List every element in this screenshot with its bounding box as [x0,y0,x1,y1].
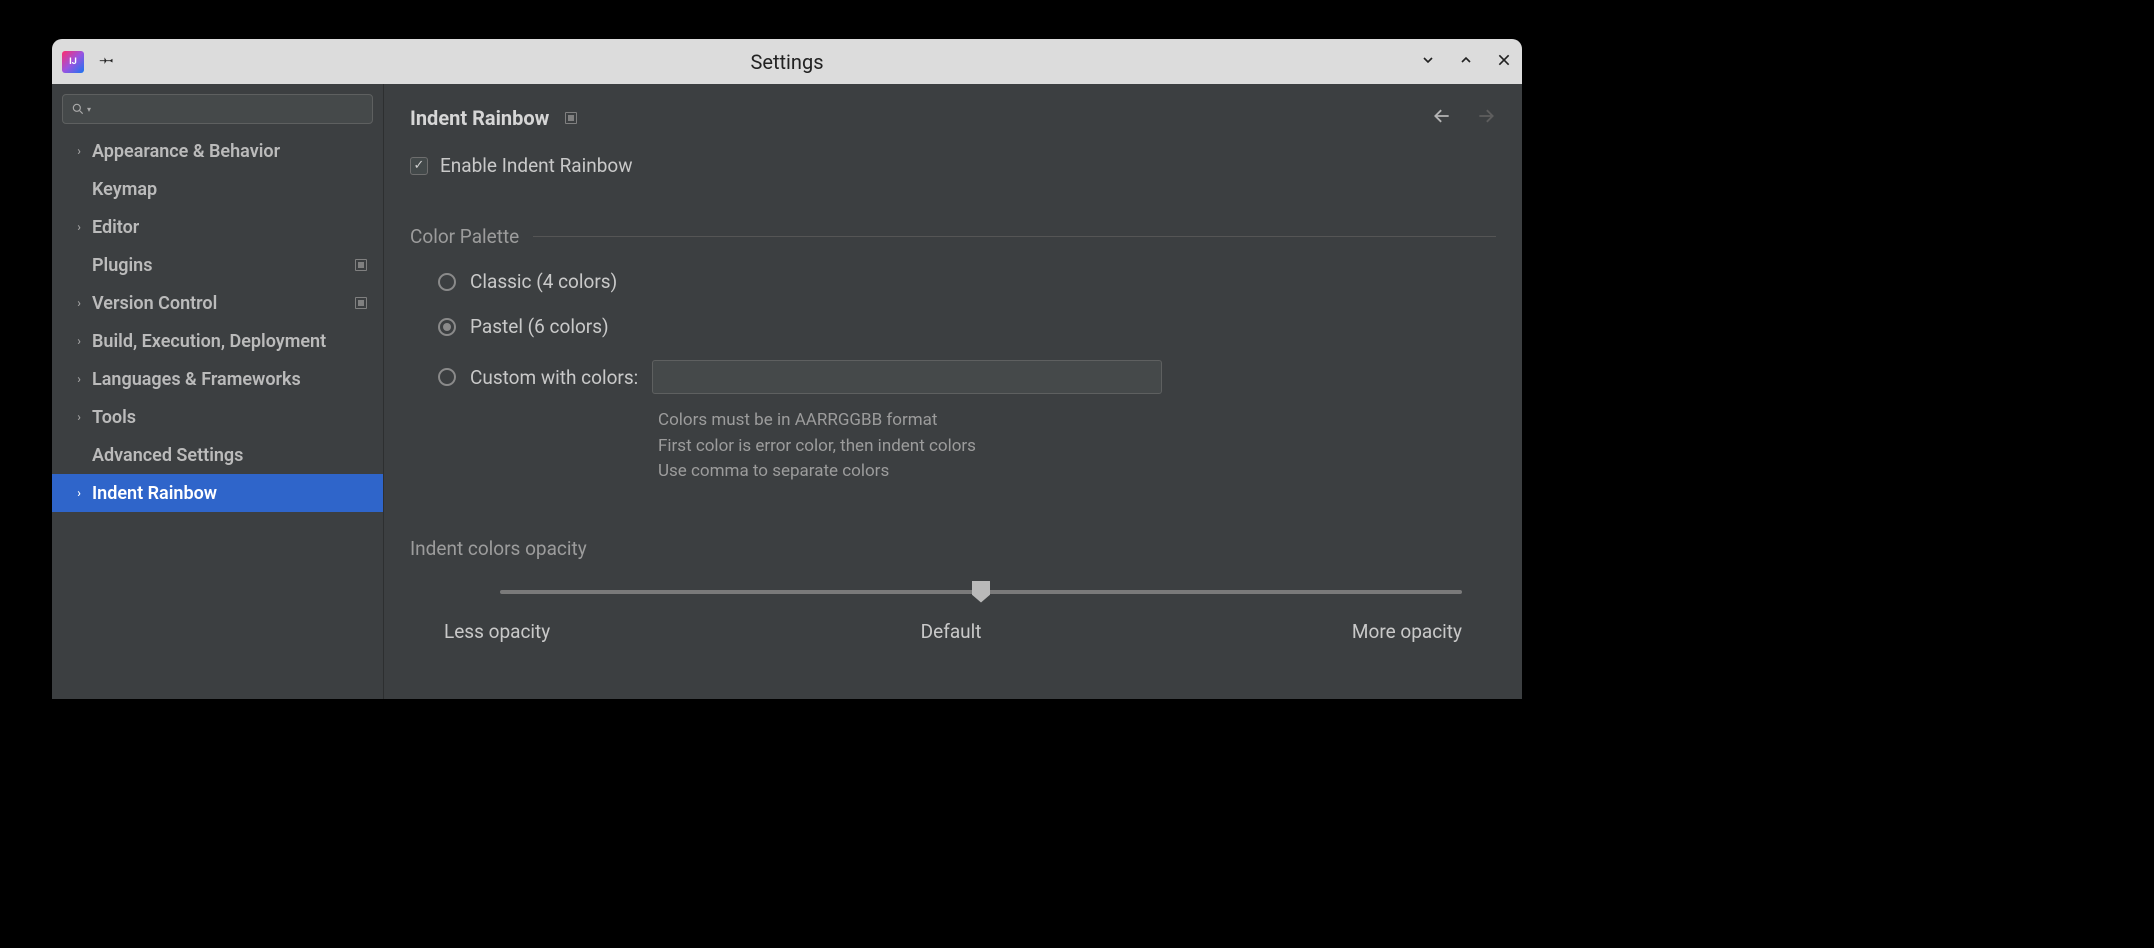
expand-icon: › [72,296,86,310]
sidebar-item-label: Plugins [92,255,153,276]
titlebar: IJ Settings [52,39,1522,84]
custom-colors-input[interactable] [652,360,1162,394]
sidebar-item-plugins[interactable]: Plugins [52,246,383,284]
palette-option-0[interactable]: Classic (4 colors) [438,270,1496,293]
slider-mid-label: Default [921,620,982,643]
expand-icon: › [72,486,86,500]
sidebar-item-label: Languages & Frameworks [92,369,301,390]
sidebar-item-version-control[interactable]: › Version Control [52,284,383,322]
sidebar-item-tools[interactable]: › Tools [52,398,383,436]
sidebar-item-label: Advanced Settings [92,445,243,466]
radio-label: Custom with colors: [470,366,638,389]
expand-icon: › [72,144,86,158]
enable-checkbox[interactable] [410,157,428,175]
radio-button[interactable] [438,368,456,386]
expand-icon: › [72,410,86,424]
slider-max-label: More opacity [1352,620,1462,643]
page-title: Indent Rainbow [410,106,549,130]
chevron-up-icon[interactable] [1458,52,1474,72]
expand-icon: › [72,334,86,348]
expand-icon: › [72,220,86,234]
radio-button[interactable] [438,318,456,336]
app-icon: IJ [62,51,84,73]
settings-tree: › Appearance & Behavior Keymap › Editor Plugi… [52,132,383,699]
enable-label: Enable Indent Rainbow [440,154,633,177]
sidebar-item-advanced-settings[interactable]: Advanced Settings [52,436,383,474]
sidebar-item-indent-rainbow[interactable]: › Indent Rainbow [52,474,383,512]
sidebar-item-label: Indent Rainbow [92,483,217,504]
palette-option-1[interactable]: Pastel (6 colors) [438,315,1496,338]
palette-group-title: Color Palette [410,225,519,248]
close-icon[interactable] [1496,52,1512,72]
project-scope-icon [355,297,367,309]
settings-body: ▾ › Appearance & Behavior Keymap › Editor Plu… [52,84,1522,699]
chevron-down-icon[interactable] [1420,52,1436,72]
custom-colors-hint: Colors must be in AARRGGBB formatFirst c… [658,408,1496,485]
sidebar-item-label: Editor [92,217,139,238]
opacity-slider[interactable] [500,590,1462,594]
settings-content: Indent Rainbow Enable Indent Rainbow Col… [384,84,1522,699]
breadcrumb: Indent Rainbow [410,106,1496,130]
sidebar-item-editor[interactable]: › Editor [52,208,383,246]
expand-icon: › [72,372,86,386]
search-icon [71,102,85,116]
search-dropdown-icon[interactable]: ▾ [87,105,91,114]
sidebar-item-label: Tools [92,407,136,428]
sidebar-item-label: Build, Execution, Deployment [92,331,326,352]
pin-icon[interactable] [93,48,119,74]
radio-label: Classic (4 colors) [470,270,617,293]
nav-forward-icon [1476,106,1496,130]
project-scope-icon [565,112,577,124]
sidebar-item-build-execution-deployment[interactable]: › Build, Execution, Deployment [52,322,383,360]
search-input[interactable]: ▾ [62,94,373,124]
palette-option-2[interactable]: Custom with colors: [438,360,1496,394]
settings-window: IJ Settings ▾ ›Appearance & [52,39,1522,699]
sidebar-item-languages-frameworks[interactable]: › Languages & Frameworks [52,360,383,398]
project-scope-icon [355,259,367,271]
radio-button[interactable] [438,273,456,291]
slider-thumb[interactable] [972,581,990,603]
sidebar-item-label: Appearance & Behavior [92,141,280,162]
sidebar-item-keymap[interactable]: Keymap [52,170,383,208]
slider-min-label: Less opacity [444,620,550,643]
sidebar-item-label: Version Control [92,293,217,314]
settings-sidebar: ▾ › Appearance & Behavior Keymap › Editor Plu… [52,84,384,699]
opacity-group-title: Indent colors opacity [410,537,1496,560]
window-title: Settings [52,50,1522,74]
nav-back-icon[interactable] [1432,106,1452,130]
sidebar-item-appearance-behavior[interactable]: › Appearance & Behavior [52,132,383,170]
sidebar-item-label: Keymap [92,179,157,200]
radio-label: Pastel (6 colors) [470,315,609,338]
